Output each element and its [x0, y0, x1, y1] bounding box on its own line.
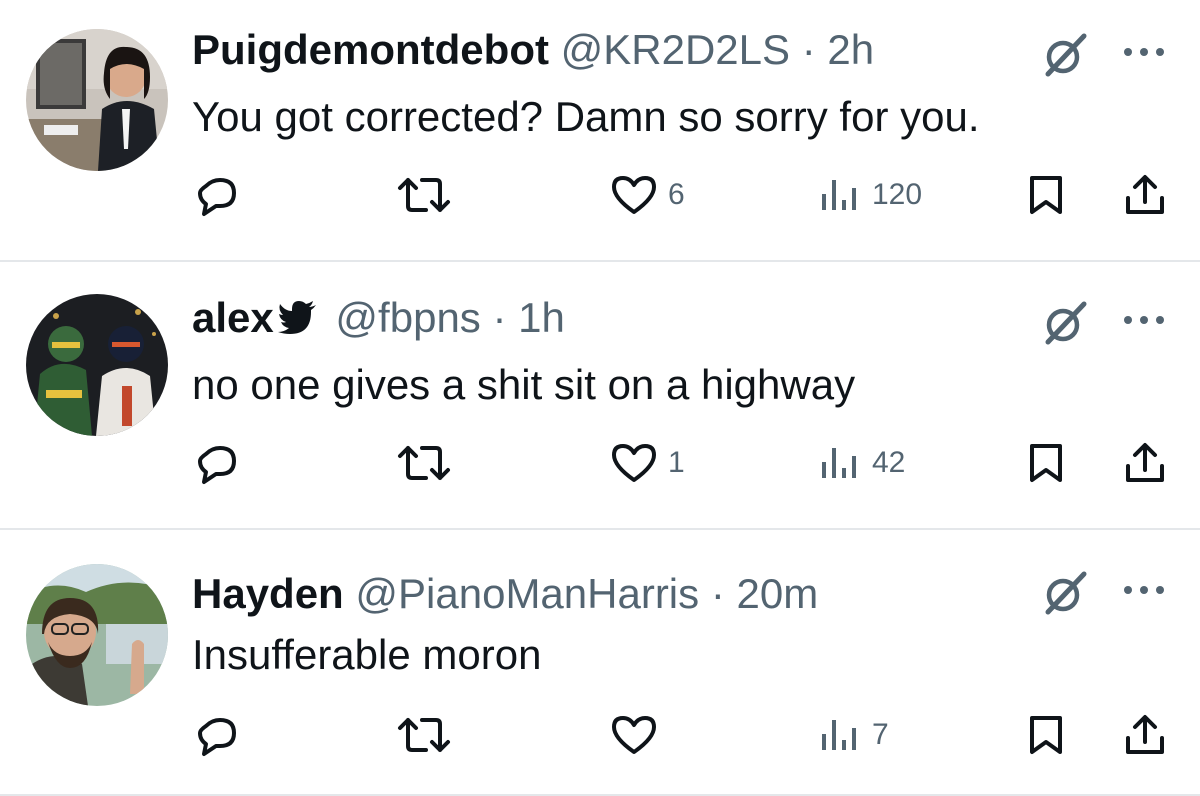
separator: ·: [801, 26, 816, 73]
like-count: 6: [668, 178, 685, 211]
share-button[interactable]: [1122, 710, 1168, 760]
grok-icon[interactable]: [1040, 298, 1090, 348]
more-icon[interactable]: [1118, 580, 1170, 600]
share-button[interactable]: [1122, 170, 1168, 220]
bookmark-icon: [1026, 440, 1066, 486]
tweet[interactable]: Puigdemontdebot @KR2D2LS · 2h You got co…: [0, 0, 1200, 262]
reply-button[interactable]: [194, 170, 240, 220]
reply-icon: [194, 172, 240, 218]
bookmark-button[interactable]: [1026, 170, 1066, 220]
retweet-button[interactable]: [394, 438, 454, 488]
reply-button[interactable]: [194, 438, 240, 488]
retweet-icon: [394, 440, 454, 486]
bird-icon: [277, 296, 318, 344]
like-button[interactable]: 6: [610, 170, 685, 220]
share-icon: [1122, 172, 1168, 218]
retweet-button[interactable]: [394, 170, 454, 220]
share-icon: [1122, 712, 1168, 758]
view-count: 120: [872, 178, 923, 211]
tweet[interactable]: Hayden @PianoManHarris · 20m Insufferabl…: [0, 530, 1200, 796]
bookmark-button[interactable]: [1026, 710, 1066, 760]
views-icon: [818, 712, 862, 758]
tweet[interactable]: alex @fbpns · 1h no one gives a shit sit…: [0, 262, 1200, 530]
views-button[interactable]: 42: [818, 438, 905, 488]
like-icon: [610, 712, 658, 758]
bookmark-icon: [1026, 172, 1066, 218]
tweet-text: You got corrected? Damn so sorry for you…: [192, 93, 980, 140]
like-count: 1: [668, 446, 685, 479]
retweet-icon: [394, 712, 454, 758]
timestamp[interactable]: 1h: [518, 294, 565, 341]
display-name[interactable]: Hayden: [192, 570, 344, 617]
tweet-header: alex @fbpns · 1h: [192, 294, 565, 344]
display-name[interactable]: Puigdemontdebot: [192, 26, 549, 73]
more-icon[interactable]: [1118, 310, 1170, 330]
tweet-header: Hayden @PianoManHarris · 20m: [192, 570, 818, 618]
like-button[interactable]: [610, 710, 668, 760]
view-count: 42: [872, 446, 906, 479]
user-handle[interactable]: @PianoManHarris: [355, 570, 699, 617]
display-name[interactable]: alex: [192, 294, 274, 341]
bookmark-icon: [1026, 712, 1066, 758]
avatar[interactable]: [26, 29, 168, 171]
share-icon: [1122, 440, 1168, 486]
separator: ·: [492, 294, 507, 341]
retweet-icon: [394, 172, 454, 218]
avatar[interactable]: [26, 294, 168, 436]
more-icon[interactable]: [1118, 42, 1170, 62]
view-count: 7: [872, 718, 889, 751]
grok-icon[interactable]: [1040, 568, 1090, 618]
user-handle[interactable]: @KR2D2LS: [561, 26, 790, 73]
timestamp[interactable]: 2h: [827, 26, 874, 73]
reply-feed: Puigdemontdebot @KR2D2LS · 2h You got co…: [0, 0, 1200, 796]
reply-icon: [194, 712, 240, 758]
views-icon: [818, 440, 862, 486]
grok-icon[interactable]: [1040, 30, 1090, 80]
avatar[interactable]: [26, 564, 168, 706]
like-icon: [610, 172, 658, 218]
like-icon: [610, 440, 658, 486]
views-icon: [818, 172, 862, 218]
like-button[interactable]: 1: [610, 438, 685, 488]
views-button[interactable]: 7: [818, 710, 889, 760]
user-handle[interactable]: @fbpns: [335, 294, 480, 341]
share-button[interactable]: [1122, 438, 1168, 488]
views-button[interactable]: 120: [818, 170, 922, 220]
reply-icon: [194, 440, 240, 486]
action-bar: 1 42: [0, 438, 1200, 488]
action-bar: 7: [0, 710, 1200, 760]
retweet-button[interactable]: [394, 710, 454, 760]
reply-button[interactable]: [194, 710, 240, 760]
action-bar: 6 120: [0, 170, 1200, 220]
tweet-header: Puigdemontdebot @KR2D2LS · 2h: [192, 26, 874, 74]
timestamp[interactable]: 20m: [737, 570, 819, 617]
tweet-text: Insufferable moron: [192, 631, 542, 678]
bookmark-button[interactable]: [1026, 438, 1066, 488]
tweet-text: no one gives a shit sit on a highway: [192, 361, 856, 408]
separator: ·: [710, 570, 725, 617]
